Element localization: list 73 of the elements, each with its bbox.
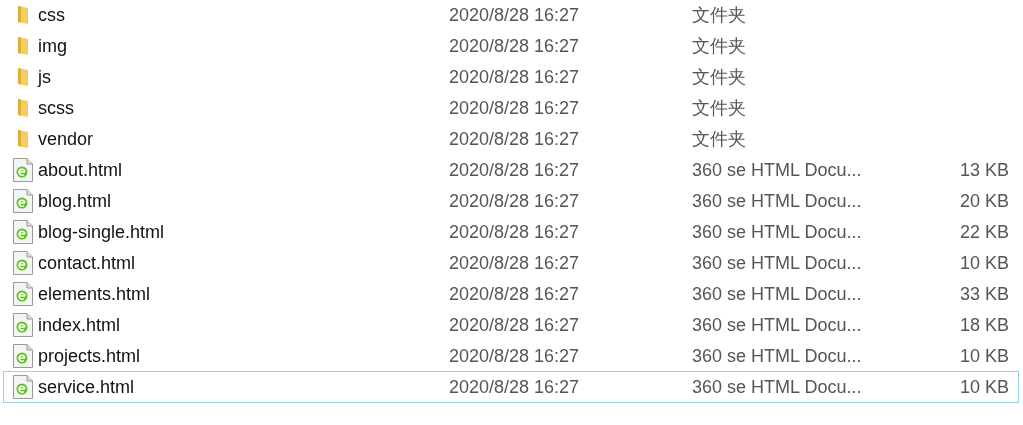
file-type: 文件夹 (692, 66, 747, 89)
file-name: vendor (38, 128, 95, 150)
file-row[interactable]: projects.html 2020/8/28 16:27 360 se HTML Docu... 10 KB (3, 340, 1019, 372)
file-size: 22 KB (958, 221, 1010, 243)
html-file-icon (13, 220, 33, 244)
folder-icon (17, 5, 29, 25)
modified-date: 2020/8/28 16:27 (449, 66, 581, 88)
file-name: blog.html (38, 190, 113, 212)
file-row[interactable]: service.html 2020/8/28 16:27 360 se HTML Docu... 10 KB (3, 371, 1019, 403)
file-row[interactable]: index.html 2020/8/28 16:27 360 se HTML Docu... 18 KB (3, 309, 1019, 341)
modified-date: 2020/8/28 16:27 (449, 252, 581, 274)
html-file-icon (13, 313, 33, 337)
file-type: 360 se HTML Docu... (692, 314, 863, 336)
modified-date: 2020/8/28 16:27 (449, 283, 581, 305)
file-name: elements.html (38, 283, 152, 305)
modified-date: 2020/8/28 16:27 (449, 128, 581, 150)
file-row[interactable]: elements.html 2020/8/28 16:27 360 se HTML Docu... 33 KB (3, 278, 1019, 310)
file-row[interactable]: about.html 2020/8/28 16:27 360 se HTML Docu... 13 KB (3, 154, 1019, 186)
html-file-icon (13, 189, 33, 213)
folder-icon (17, 98, 29, 118)
file-type: 文件夹 (692, 4, 747, 27)
file-name: projects.html (38, 345, 142, 367)
file-type: 360 se HTML Docu... (692, 159, 863, 181)
html-file-icon (13, 282, 33, 306)
file-size: 13 KB (958, 159, 1010, 181)
file-size: 10 KB (958, 252, 1010, 274)
file-type: 360 se HTML Docu... (692, 252, 863, 274)
file-row[interactable]: contact.html 2020/8/28 16:27 360 se HTML Docu... 10 KB (3, 247, 1019, 279)
folder-icon (17, 129, 29, 149)
html-file-icon (13, 375, 33, 399)
file-row[interactable]: img 2020/8/28 16:27 文件夹 (3, 30, 1019, 62)
file-row[interactable]: scss 2020/8/28 16:27 文件夹 (3, 92, 1019, 124)
file-type: 文件夹 (692, 128, 747, 151)
file-size: 18 KB (958, 314, 1010, 336)
file-size: 20 KB (958, 190, 1010, 212)
file-name: about.html (38, 159, 124, 181)
html-file-icon (13, 251, 33, 275)
file-type: 360 se HTML Docu... (692, 190, 863, 212)
modified-date: 2020/8/28 16:27 (449, 35, 581, 57)
modified-date: 2020/8/28 16:27 (449, 345, 581, 367)
html-file-icon (13, 158, 33, 182)
file-size: 33 KB (958, 283, 1010, 305)
modified-date: 2020/8/28 16:27 (449, 221, 581, 243)
file-name: contact.html (38, 252, 137, 274)
file-row[interactable]: css 2020/8/28 16:27 文件夹 (3, 0, 1019, 31)
file-name: css (38, 4, 66, 26)
file-name: index.html (38, 314, 122, 336)
file-type: 文件夹 (692, 35, 747, 58)
modified-date: 2020/8/28 16:27 (449, 4, 581, 26)
file-name: scss (38, 97, 75, 119)
file-type: 360 se HTML Docu... (692, 283, 863, 305)
file-row[interactable]: vendor 2020/8/28 16:27 文件夹 (3, 123, 1019, 155)
file-type: 360 se HTML Docu... (692, 345, 863, 367)
file-type: 360 se HTML Docu... (692, 376, 863, 398)
file-row[interactable]: blog.html 2020/8/28 16:27 360 se HTML Docu... 20 KB (3, 185, 1019, 217)
file-row[interactable]: js 2020/8/28 16:27 文件夹 (3, 61, 1019, 93)
file-size: 10 KB (958, 376, 1010, 398)
folder-icon (17, 36, 29, 56)
modified-date: 2020/8/28 16:27 (449, 190, 581, 212)
file-name: blog-single.html (38, 221, 166, 243)
file-type: 文件夹 (692, 97, 747, 120)
modified-date: 2020/8/28 16:27 (449, 97, 581, 119)
file-type: 360 se HTML Docu... (692, 221, 863, 243)
modified-date: 2020/8/28 16:27 (449, 314, 581, 336)
modified-date: 2020/8/28 16:27 (449, 376, 581, 398)
folder-icon (17, 67, 29, 87)
modified-date: 2020/8/28 16:27 (449, 159, 581, 181)
file-size: 10 KB (958, 345, 1010, 367)
file-name: service.html (38, 376, 136, 398)
html-file-icon (13, 344, 33, 368)
file-row[interactable]: blog-single.html 2020/8/28 16:27 360 se HTML Docu... 22 KB (3, 216, 1019, 248)
file-name: img (38, 35, 68, 57)
file-name: js (38, 66, 52, 88)
